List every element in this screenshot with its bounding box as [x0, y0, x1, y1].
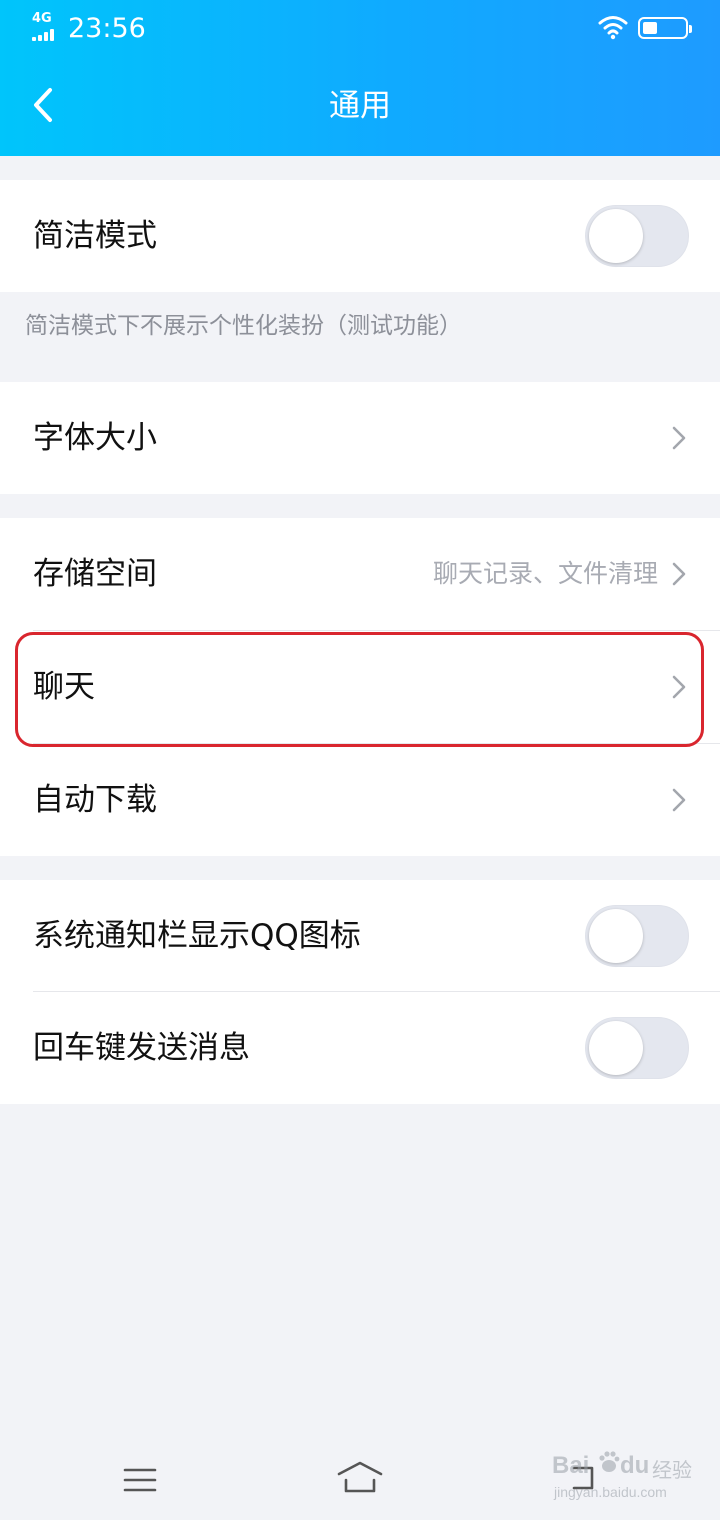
toggle-knob: [589, 909, 643, 963]
toggle-knob: [589, 209, 643, 263]
setting-row-notification-icon: 系统通知栏显示QQ图标: [0, 880, 720, 992]
watermark-product: 经验: [652, 1460, 692, 1482]
setting-label: 回车键发送消息: [33, 1030, 250, 1066]
setting-label: 自动下载: [33, 782, 157, 818]
notification-icon-toggle[interactable]: [585, 905, 689, 967]
settings-group-display: 简洁模式: [0, 180, 720, 292]
watermark-url: jingyan.baidu.com: [554, 1484, 667, 1500]
setting-row-simple-mode: 简洁模式: [0, 180, 720, 292]
cellular-signal-icon: 4G: [32, 11, 60, 41]
setting-label: 系统通知栏显示QQ图标: [33, 918, 361, 954]
paw-icon: [599, 1451, 620, 1472]
setting-row-storage[interactable]: 存储空间 聊天记录、文件清理: [0, 518, 720, 630]
page-title: 通用: [329, 88, 391, 124]
simple-mode-toggle[interactable]: [585, 205, 689, 267]
watermark-brand-suffix: du: [620, 1452, 650, 1479]
enter-to-send-toggle[interactable]: [585, 1017, 689, 1079]
settings-group-notifications: 系统通知栏显示QQ图标 回车键发送消息: [0, 880, 720, 1104]
setting-detail: 聊天记录、文件清理: [432, 559, 658, 588]
menu-icon[interactable]: [122, 1466, 158, 1494]
setting-label: 存储空间: [33, 556, 157, 592]
chevron-right-icon: [672, 426, 686, 450]
settings-group-font: 字体大小: [0, 382, 720, 494]
setting-label: 简洁模式: [33, 218, 157, 254]
highlight-annotation: [15, 632, 704, 747]
watermark-brand: Bai: [552, 1452, 590, 1479]
baidu-jingyan-watermark: Bai du 经验 jingyan.baidu.com: [548, 1440, 698, 1504]
setting-row-font-size[interactable]: 字体大小: [0, 382, 720, 494]
battery-icon: [638, 17, 692, 39]
home-icon[interactable]: [336, 1460, 384, 1496]
status-bar: 4G 23:56: [0, 0, 720, 58]
app-header: 4G 23:56 通用: [0, 0, 720, 156]
setting-label: 字体大小: [33, 420, 157, 456]
setting-row-enter-to-send: 回车键发送消息: [0, 992, 720, 1104]
network-type: 4G: [32, 11, 52, 26]
setting-row-auto-download[interactable]: 自动下载: [0, 744, 720, 856]
chevron-right-icon: [672, 562, 686, 586]
wifi-icon: [598, 16, 628, 40]
chevron-right-icon: [672, 788, 686, 812]
status-time: 23:56: [68, 13, 146, 44]
section-note: 简洁模式下不展示个性化装扮（测试功能）: [25, 313, 462, 339]
toggle-knob: [589, 1021, 643, 1075]
